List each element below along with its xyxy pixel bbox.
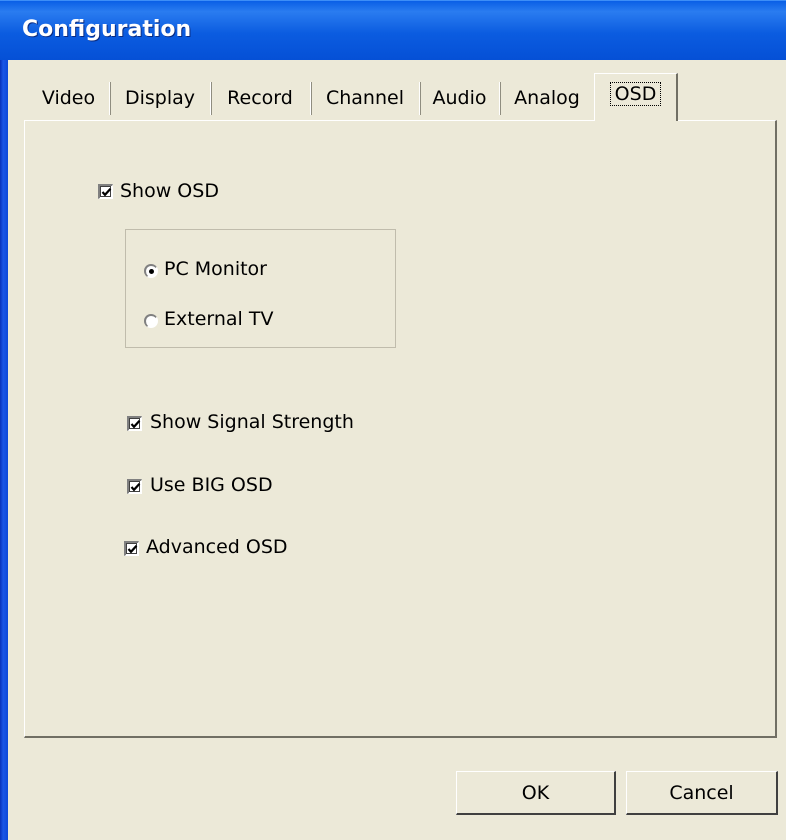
tab-divider bbox=[310, 82, 312, 115]
tab-video-label: Video bbox=[41, 87, 96, 109]
tab-video[interactable]: Video bbox=[32, 79, 105, 117]
checkmark-icon bbox=[130, 420, 141, 429]
checkmark-icon bbox=[101, 188, 112, 197]
tab-record-label: Record bbox=[227, 87, 293, 109]
window-frame-left bbox=[0, 60, 8, 840]
tab-record[interactable]: Record bbox=[214, 79, 306, 117]
use-big-osd-label[interactable]: Use BIG OSD bbox=[150, 474, 273, 496]
show-signal-strength-label[interactable]: Show Signal Strength bbox=[150, 411, 354, 433]
tab-divider bbox=[109, 82, 111, 115]
tab-divider bbox=[499, 82, 501, 115]
tab-audio-label: Audio bbox=[432, 87, 487, 109]
tab-osd-label: OSD bbox=[609, 81, 662, 106]
external-tv-label[interactable]: External TV bbox=[164, 308, 273, 330]
radio-selected-dot bbox=[149, 269, 154, 274]
advanced-osd-checkbox[interactable] bbox=[124, 541, 139, 556]
title-bar[interactable]: Configuration bbox=[0, 0, 786, 60]
show-osd-label[interactable]: Show OSD bbox=[120, 180, 219, 202]
cancel-button-label: Cancel bbox=[669, 781, 734, 804]
checkmark-icon bbox=[127, 545, 138, 554]
cancel-button[interactable]: Cancel bbox=[626, 771, 778, 815]
use-big-osd-checkbox[interactable] bbox=[127, 479, 142, 494]
ok-button[interactable]: OK bbox=[456, 771, 616, 815]
osd-output-group bbox=[125, 229, 396, 348]
tab-audio[interactable]: Audio bbox=[423, 79, 496, 117]
tab-divider bbox=[419, 82, 421, 115]
advanced-osd-label[interactable]: Advanced OSD bbox=[146, 536, 288, 558]
tab-channel[interactable]: Channel bbox=[314, 79, 416, 117]
tab-analog[interactable]: Analog bbox=[503, 79, 591, 117]
external-tv-radio[interactable] bbox=[144, 314, 158, 328]
tab-display[interactable]: Display bbox=[113, 79, 207, 117]
show-signal-strength-checkbox[interactable] bbox=[127, 416, 142, 431]
tab-display-label: Display bbox=[124, 87, 196, 109]
window-title: Configuration bbox=[22, 17, 192, 42]
pc-monitor-radio[interactable] bbox=[144, 264, 158, 278]
configuration-dialog: Configuration Video Display Record Chann… bbox=[0, 0, 786, 840]
checkmark-icon bbox=[130, 483, 141, 492]
tab-channel-label: Channel bbox=[325, 87, 404, 109]
tab-osd[interactable]: OSD bbox=[594, 73, 678, 121]
tab-analog-label: Analog bbox=[514, 87, 580, 109]
pc-monitor-label[interactable]: PC Monitor bbox=[164, 258, 267, 280]
show-osd-checkbox[interactable] bbox=[98, 184, 113, 199]
ok-button-label: OK bbox=[521, 781, 550, 804]
tab-divider bbox=[210, 82, 212, 115]
